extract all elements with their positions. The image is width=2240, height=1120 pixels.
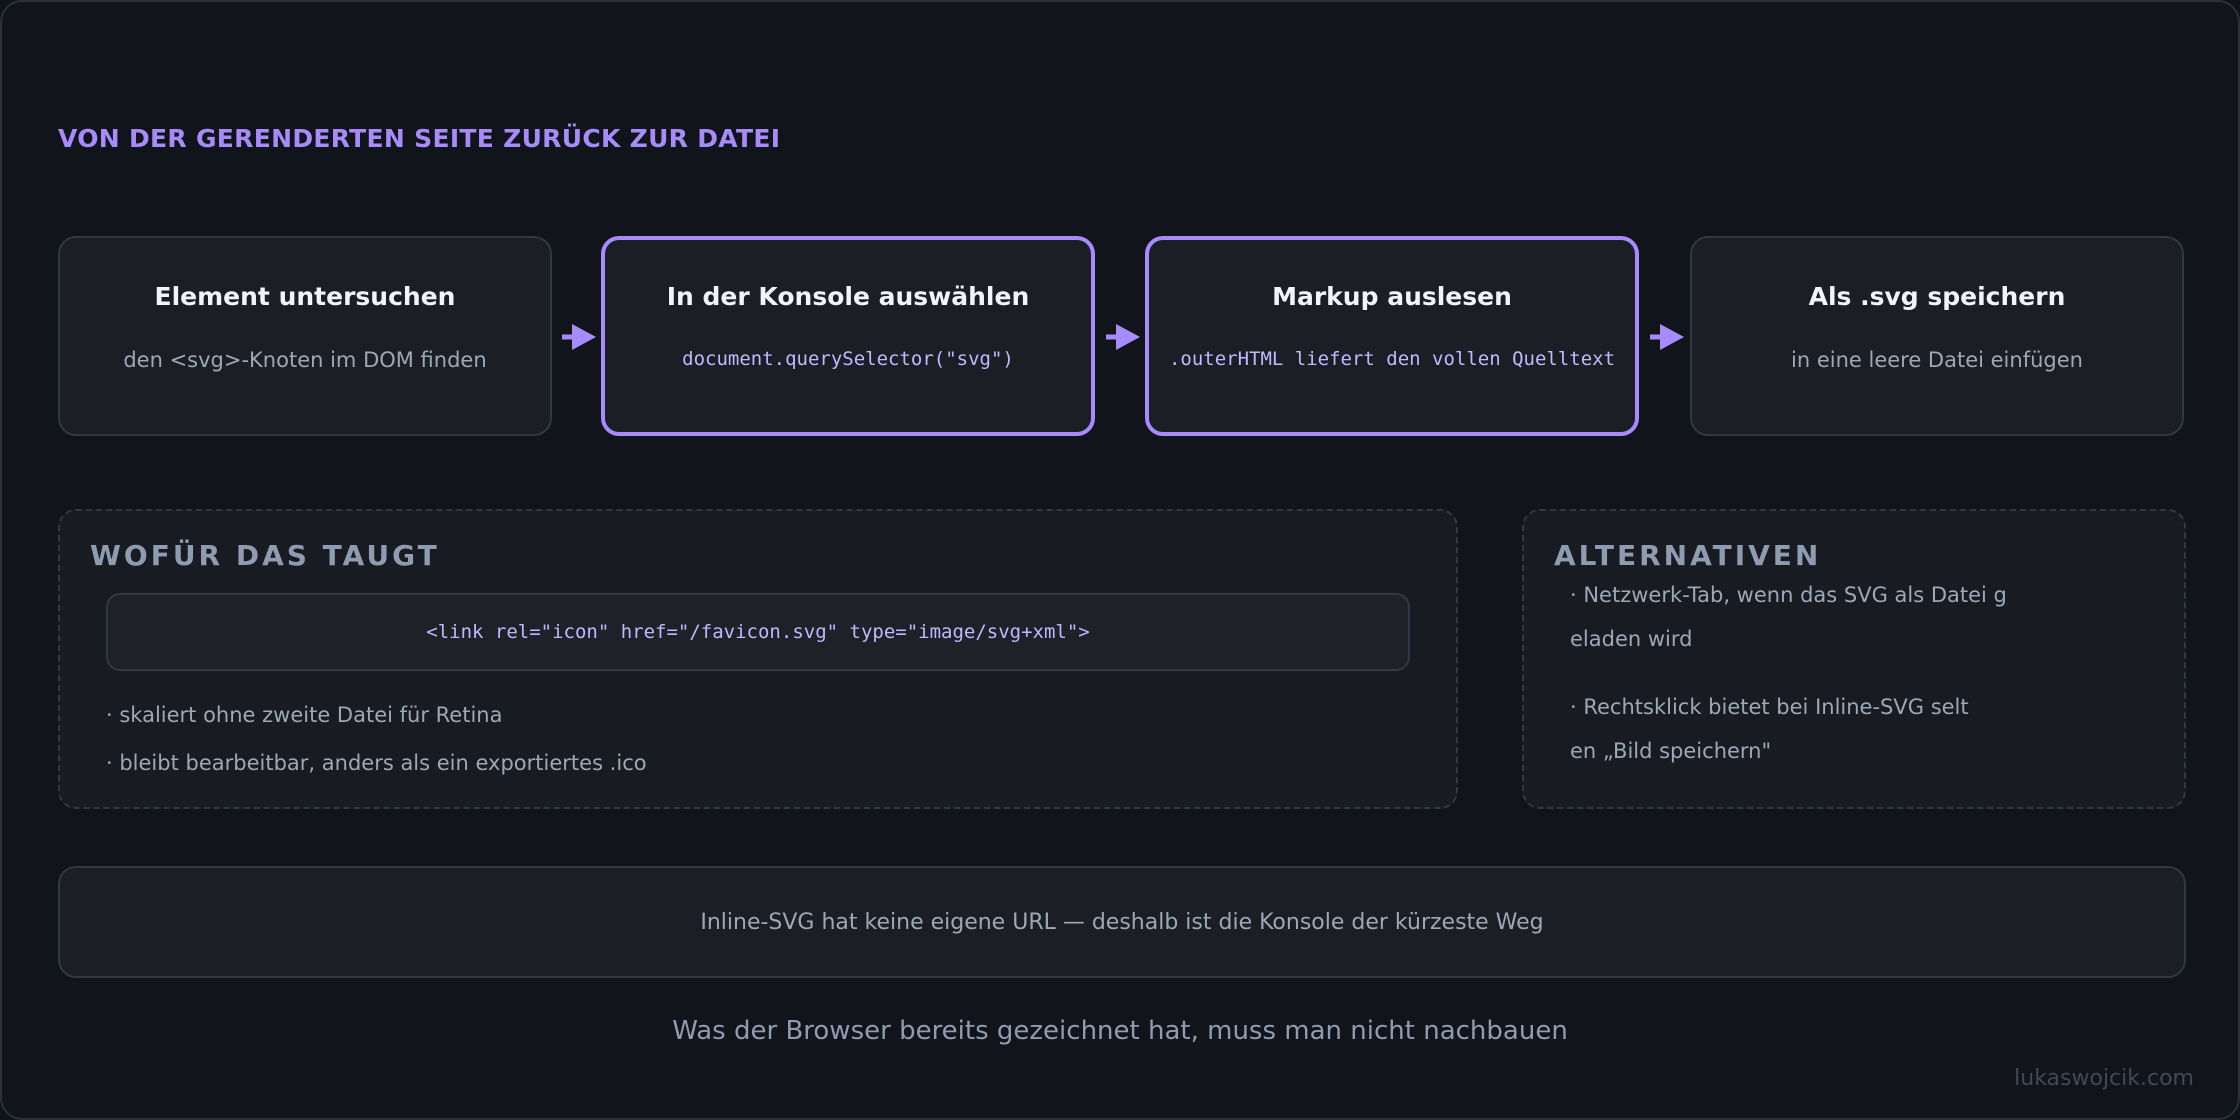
favicon-link-code: <link rel="icon" href="/favicon.svg" typ… xyxy=(106,593,1410,671)
step-code: .outerHTML liefert den vollen Quelltext xyxy=(1168,348,1616,370)
flow-arrow-icon xyxy=(1106,324,1140,350)
flow-arrow-icon xyxy=(562,324,596,350)
uses-bullet: · skaliert ohne zweite Datei für Retina xyxy=(106,703,503,727)
alternative-line: eladen wird xyxy=(1570,627,1693,651)
uses-panel-title: WOFÜR DAS TAUGT xyxy=(90,539,440,572)
diagram-frame: VON DER GERENDERTEN SEITE ZURÜCK ZUR DAT… xyxy=(0,0,2240,1120)
alternatives-panel-title: ALTERNATIVEN xyxy=(1554,539,1822,572)
step-title: In der Konsole auswählen xyxy=(666,282,1030,311)
alternative-line: en „Bild speichern" xyxy=(1570,739,1772,763)
step-description: in eine leere Datei einfügen xyxy=(1791,348,2083,372)
step-title: Markup auslesen xyxy=(1272,282,1512,311)
author-credit: lukaswojcik.com xyxy=(2014,1066,2194,1091)
step-inspect-element: Element untersuchen den <svg>-Knoten im … xyxy=(58,236,552,436)
alternative-line: · Netzwerk-Tab, wenn das SVG als Datei g xyxy=(1570,583,2007,607)
inline-svg-note: Inline-SVG hat keine eigene URL — deshal… xyxy=(58,866,2186,978)
uses-bullet: · bleibt bearbeitbar, anders als ein exp… xyxy=(106,751,647,775)
diagram-heading: VON DER GERENDERTEN SEITE ZURÜCK ZUR DAT… xyxy=(58,124,781,153)
alternatives-panel: ALTERNATIVEN · Netzwerk-Tab, wenn das SV… xyxy=(1522,509,2186,809)
step-read-markup: Markup auslesen .outerHTML liefert den v… xyxy=(1145,236,1639,436)
uses-panel: WOFÜR DAS TAUGT <link rel="icon" href="/… xyxy=(58,509,1458,809)
step-title: Element untersuchen xyxy=(154,282,456,311)
step-title: Als .svg speichern xyxy=(1808,282,2066,311)
diagram-caption: Was der Browser bereits gezeichnet hat, … xyxy=(672,1016,1568,1046)
step-code: document.querySelector("svg") xyxy=(682,348,1014,370)
step-description: den <svg>-Knoten im DOM finden xyxy=(123,348,487,372)
step-save-as-svg: Als .svg speichern in eine leere Datei e… xyxy=(1690,236,2184,436)
flow-arrow-icon xyxy=(1650,324,1684,350)
step-select-in-console: In der Konsole auswählen document.queryS… xyxy=(601,236,1095,436)
alternative-line: · Rechtsklick bietet bei Inline-SVG selt xyxy=(1570,695,1969,719)
